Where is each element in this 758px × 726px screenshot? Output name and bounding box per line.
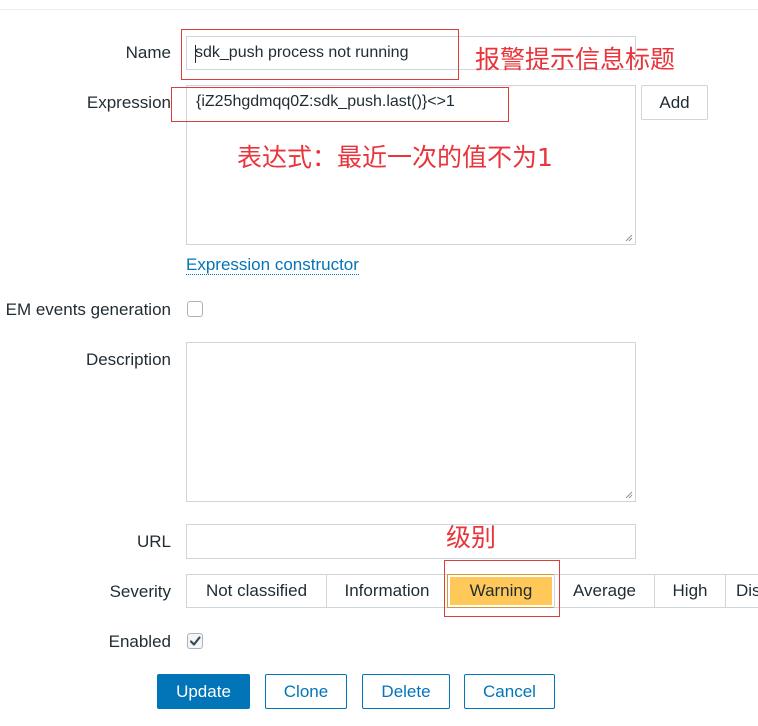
- severity-high[interactable]: High: [654, 574, 726, 608]
- url-label: URL: [136, 532, 171, 551]
- clone-button[interactable]: Clone: [265, 674, 347, 709]
- severity-average[interactable]: Average: [554, 574, 655, 608]
- name-annotation-box: [181, 29, 459, 80]
- resize-grip-icon[interactable]: [625, 234, 633, 242]
- delete-button[interactable]: Delete: [362, 674, 450, 709]
- ok-event-checkbox[interactable]: [187, 301, 203, 317]
- description-textarea[interactable]: [186, 342, 636, 502]
- checkmark-icon: [189, 636, 201, 646]
- resize-grip-icon[interactable]: [625, 491, 633, 499]
- severity-information[interactable]: Information: [326, 574, 448, 608]
- add-expression-button[interactable]: Add: [641, 85, 708, 120]
- cancel-button[interactable]: Cancel: [464, 674, 555, 709]
- ok-event-label: EM events generation: [5, 300, 171, 319]
- enabled-label: Enabled: [108, 632, 171, 651]
- name-annotation-text: 报警提示信息标题: [475, 45, 676, 74]
- expression-annotation-box: [171, 87, 509, 122]
- enabled-checkbox[interactable]: [187, 633, 203, 649]
- severity-not-classified[interactable]: Not classified: [186, 574, 327, 608]
- name-label: Name: [125, 43, 171, 62]
- expression-annotation-text: 表达式：最近一次的值不为1: [237, 143, 553, 172]
- severity-label: Severity: [109, 582, 171, 601]
- severity-annotation-box: [444, 560, 560, 617]
- severity-disaster[interactable]: Dis: [725, 574, 758, 608]
- expression-label: Expression: [86, 93, 171, 112]
- url-input[interactable]: [186, 524, 636, 559]
- severity-annotation-text: 级别: [446, 523, 497, 552]
- expression-constructor-link[interactable]: Expression constructor: [186, 255, 359, 275]
- update-button[interactable]: Update: [157, 674, 250, 709]
- description-label: Description: [85, 350, 171, 369]
- top-divider: [0, 9, 758, 10]
